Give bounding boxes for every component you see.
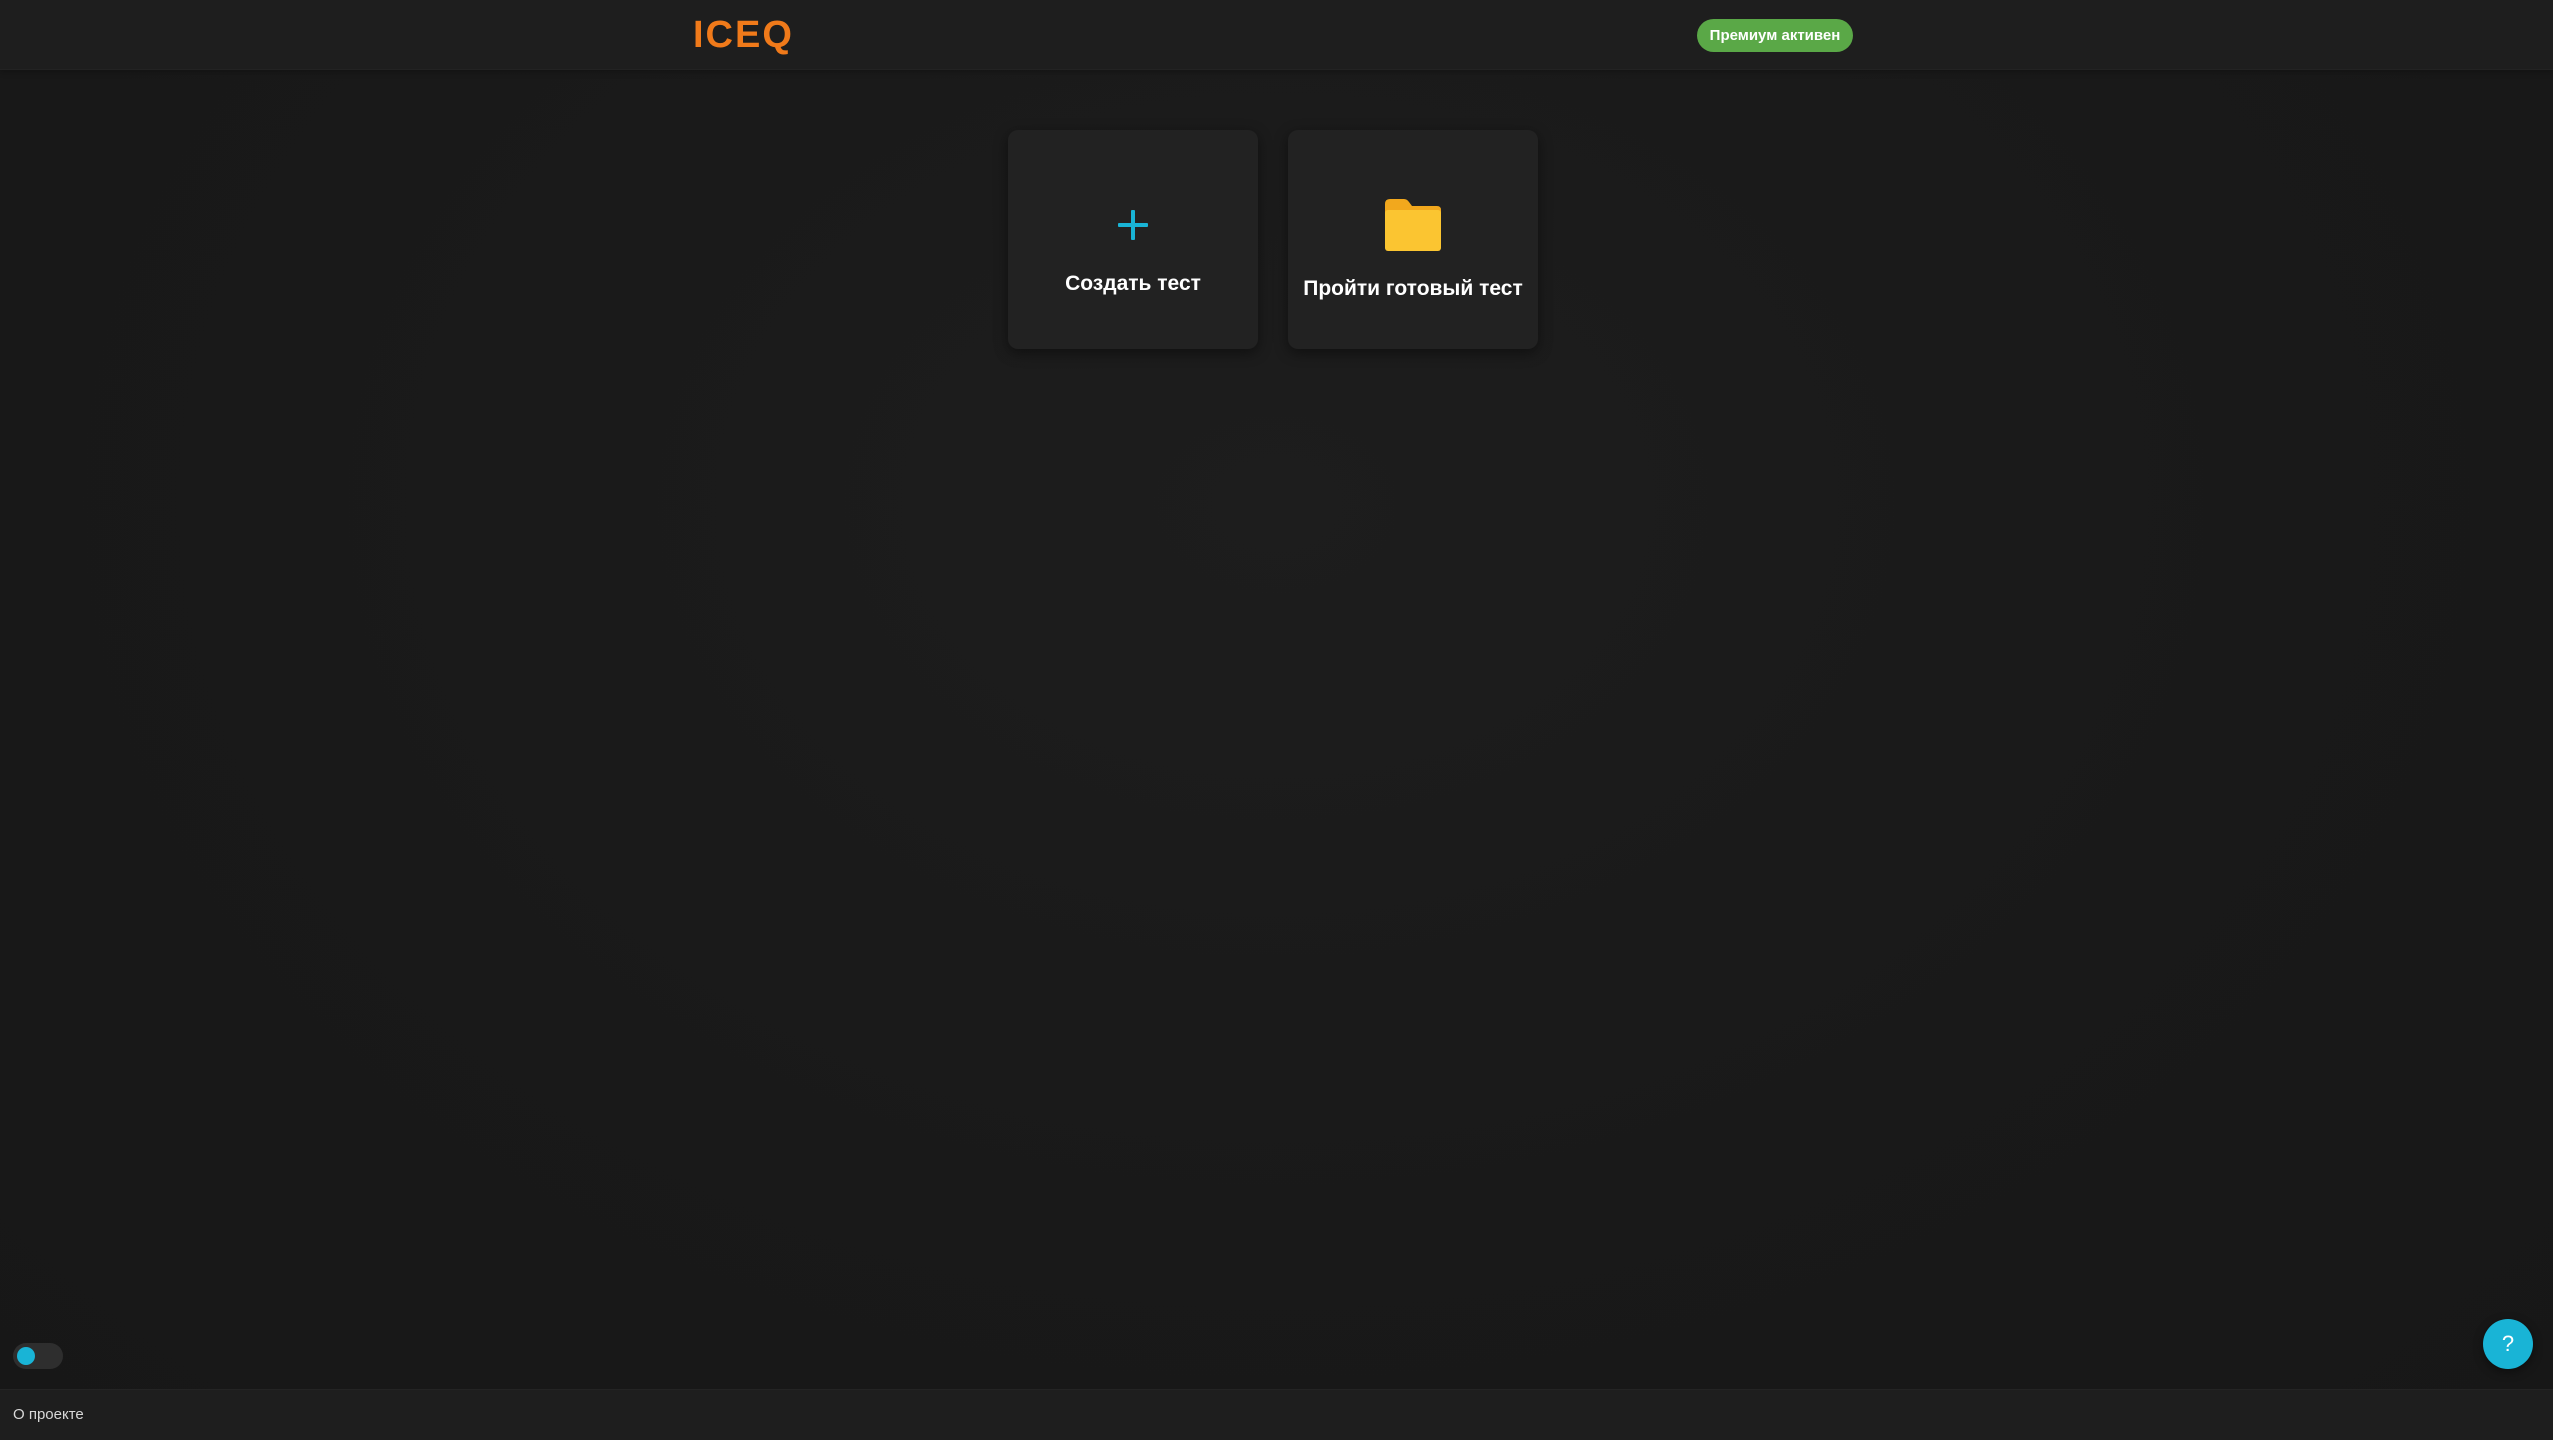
- question-mark-icon: ?: [2501, 1331, 2515, 1356]
- app-page: ICEQ Премиум активен Создать тест Пройти…: [0, 0, 2553, 1440]
- take-test-card[interactable]: Пройти готовый тест: [1288, 130, 1538, 349]
- about-project-link[interactable]: О проекте: [13, 1406, 84, 1423]
- logo[interactable]: ICEQ: [693, 10, 794, 60]
- footer: О проекте: [0, 1389, 2553, 1440]
- create-test-label: Создать тест: [1065, 272, 1201, 295]
- create-test-card[interactable]: Создать тест: [1008, 130, 1258, 349]
- folder-icon: [1288, 192, 1538, 258]
- theme-toggle[interactable]: [13, 1343, 63, 1369]
- take-test-label: Пройти готовый тест: [1303, 277, 1523, 300]
- top-bar: ICEQ Премиум активен: [0, 0, 2553, 70]
- toggle-knob: [17, 1347, 35, 1365]
- premium-status-badge[interactable]: Премиум активен: [1697, 19, 1853, 52]
- plus-icon: [1008, 200, 1258, 250]
- help-button[interactable]: ?: [2483, 1319, 2533, 1369]
